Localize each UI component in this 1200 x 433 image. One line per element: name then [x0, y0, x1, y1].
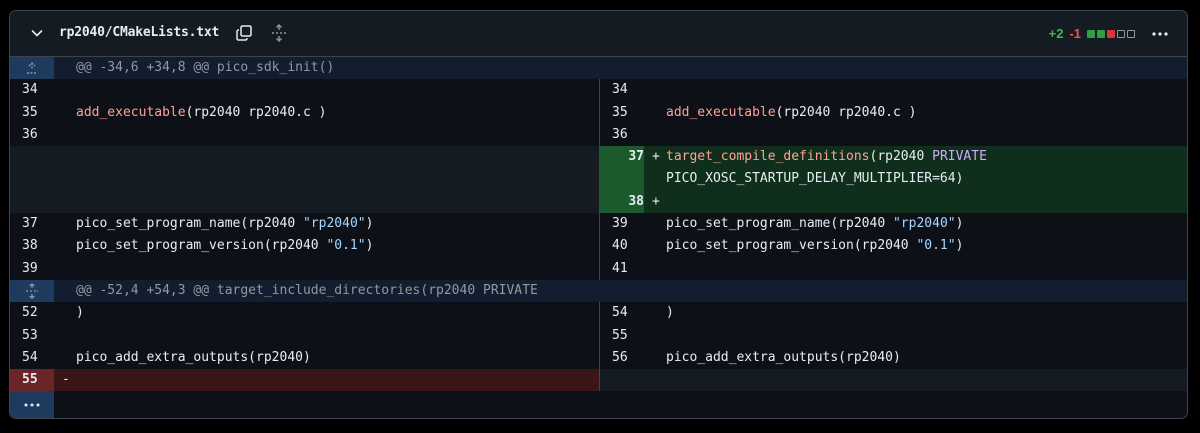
hunk-header: @@ -34,6 +34,8 @@ pico_sdk_init(): [10, 57, 1187, 80]
line-number[interactable]: 53: [10, 325, 54, 347]
line-number[interactable]: 38: [10, 235, 54, 257]
diffstat-block-add: [1087, 29, 1095, 38]
diffstat-block-neutral: [1127, 29, 1135, 38]
additions-count: +2: [1048, 26, 1064, 41]
line-number[interactable]: 55: [600, 325, 644, 347]
table-row: 54 pico_add_extra_outputs(rp2040) 56 pico_…: [10, 346, 1187, 370]
code-line: PICO_XOSC_STARTUP_DELAY_MULTIPLIER=64): [666, 171, 964, 187]
code-line: add_executable(rp2040 rp2040.c ): [666, 104, 917, 120]
copy-icon[interactable]: [235, 24, 253, 42]
line-number[interactable]: 36: [600, 124, 644, 146]
expand-up-icon[interactable]: [10, 57, 54, 80]
code-line: pico_set_program_version(rp2040 "0.1"): [76, 238, 374, 254]
line-number[interactable]: 39: [600, 213, 644, 235]
table-row: 38 +: [10, 190, 1187, 214]
diff-stats: +2 -1: [1049, 26, 1135, 41]
line-number[interactable]: 54: [10, 347, 54, 369]
hunk-header-text: @@ -52,4 +54,3 @@ target_include_directo…: [76, 282, 538, 298]
expand-icon[interactable]: [270, 24, 288, 42]
line-number[interactable]: 34: [10, 79, 54, 101]
line-number[interactable]: 37: [600, 146, 644, 191]
hunk-header: @@ -52,4 +54,3 @@ target_include_directo…: [10, 279, 1187, 303]
line-number[interactable]: 35: [600, 102, 644, 124]
diff-footer: [10, 391, 1187, 418]
table-row: 53 55: [10, 324, 1187, 347]
line-number[interactable]: 34: [600, 79, 644, 101]
diff-sign: +: [652, 149, 660, 165]
deletions-count: -1: [1069, 26, 1081, 41]
empty-cell: [10, 190, 599, 214]
code-line: pico_set_program_name(rp2040 "rp2040"): [666, 216, 964, 232]
empty-cell: [10, 146, 599, 191]
code-line: pico_set_program_name(rp2040 "rp2040"): [76, 216, 374, 232]
kebab-icon[interactable]: [1151, 25, 1169, 43]
file-header: rp2040/CMakeLists.txt +2 -1: [10, 11, 1187, 57]
diff-table: @@ -34,6 +34,8 @@ pico_sdk_init() 34 34 …: [10, 57, 1187, 392]
table-row: 34 34: [10, 79, 1187, 102]
chevron-down-icon[interactable]: [29, 25, 45, 41]
table-row: 35 add_executable(rp2040 rp2040.c ) 35 add…: [10, 101, 1187, 124]
table-row: 39 41: [10, 257, 1187, 280]
file-name[interactable]: rp2040/CMakeLists.txt: [59, 25, 219, 40]
table-row: 36 36: [10, 123, 1187, 147]
line-number[interactable]: 39: [10, 258, 54, 280]
line-number[interactable]: 38: [600, 190, 644, 214]
line-number[interactable]: 37: [10, 213, 54, 235]
line-number[interactable]: 35: [10, 102, 54, 124]
diffstat-blocks: [1087, 29, 1135, 38]
code-line: ): [76, 305, 84, 321]
hunk-header-text: @@ -34,6 +34,8 @@ pico_sdk_init(): [76, 60, 335, 75]
empty-cell: [599, 369, 1187, 392]
diff-file-panel: rp2040/CMakeLists.txt +2 -1 @@ -34,6 +34…: [9, 10, 1188, 419]
line-number[interactable]: 36: [10, 124, 54, 146]
code-line: ): [666, 305, 674, 321]
code-line: target_compile_definitions(rp2040 PRIVAT…: [666, 149, 987, 165]
table-row: 37 + target_compile_definitions(rp2040 P…: [10, 146, 1187, 191]
code-line: pico_add_extra_outputs(rp2040): [666, 349, 901, 365]
diff-sign: +: [652, 193, 660, 209]
diffstat-block-add: [1097, 29, 1105, 38]
code-line: pico_set_program_version(rp2040 "0.1"): [666, 238, 964, 254]
code-line: add_executable(rp2040 rp2040.c ): [76, 104, 327, 120]
line-number[interactable]: 52: [10, 302, 54, 324]
expand-more-icon[interactable]: [10, 391, 54, 418]
expand-both-icon[interactable]: [10, 279, 54, 303]
table-row: 52) 54): [10, 302, 1187, 325]
line-number[interactable]: 54: [600, 302, 644, 324]
diffstat-block-neutral: [1117, 29, 1125, 38]
table-row: 38 pico_set_program_version(rp2040 "0.1")…: [10, 235, 1187, 258]
table-row: 55 -: [10, 369, 1187, 392]
code-line: pico_add_extra_outputs(rp2040): [76, 349, 311, 365]
diffstat-block-del: [1107, 29, 1115, 38]
line-number[interactable]: 55: [10, 369, 54, 392]
line-number[interactable]: 56: [600, 347, 644, 369]
line-number[interactable]: 41: [600, 258, 644, 280]
line-number[interactable]: 40: [600, 235, 644, 257]
diff-sign: -: [62, 372, 70, 388]
table-row: 37 pico_set_program_name(rp2040 "rp2040")…: [10, 213, 1187, 236]
